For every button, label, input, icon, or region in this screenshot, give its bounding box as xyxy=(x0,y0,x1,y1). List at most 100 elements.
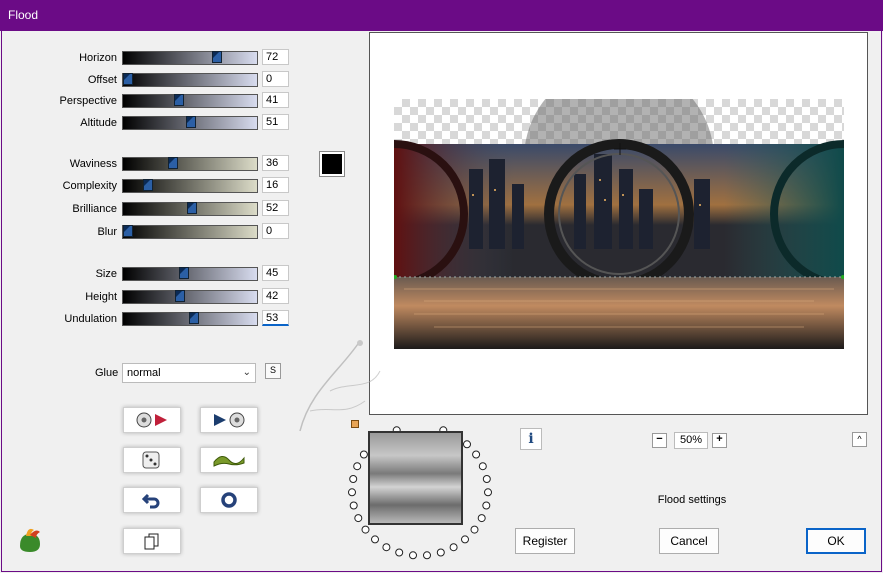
ring-dot[interactable] xyxy=(359,450,368,459)
altitude-value-field[interactable]: 51 xyxy=(262,114,289,130)
offset-value-field[interactable]: 0 xyxy=(262,71,289,87)
ring-dot[interactable] xyxy=(482,501,491,510)
ring-dot[interactable] xyxy=(409,551,417,560)
slider-row-altitude: Altitude 51 xyxy=(2,114,292,130)
ring-dot[interactable] xyxy=(382,543,391,552)
perspective-slider[interactable] xyxy=(122,94,258,108)
dice-icon xyxy=(142,451,160,469)
altitude-slider-thumb[interactable] xyxy=(186,116,196,128)
glue-s-button[interactable]: S xyxy=(265,363,281,379)
horizon-slider[interactable] xyxy=(122,51,258,65)
ring-dot[interactable] xyxy=(353,462,362,471)
zoom-in-button[interactable]: + xyxy=(712,433,727,448)
brilliance-slider[interactable] xyxy=(122,202,258,216)
undo-button[interactable] xyxy=(123,487,181,513)
preview-pane[interactable] xyxy=(369,32,868,415)
navigator-thumbnail[interactable] xyxy=(368,431,463,525)
ok-button[interactable]: OK xyxy=(806,528,866,554)
brilliance-label: Brilliance xyxy=(72,203,117,215)
offset-slider[interactable] xyxy=(122,73,258,87)
size-slider-thumb[interactable] xyxy=(179,267,189,279)
ring-dot[interactable] xyxy=(463,440,471,449)
wave-button[interactable] xyxy=(200,447,258,473)
brilliance-value-field[interactable]: 52 xyxy=(262,200,289,216)
slider-row-brilliance: Brilliance 52 xyxy=(2,200,292,216)
glue-label: Glue xyxy=(95,367,119,379)
waviness-label: Waviness xyxy=(69,158,117,170)
window-title: Flood xyxy=(8,8,39,22)
offset-slider-thumb[interactable] xyxy=(123,73,133,85)
randomize-right-button[interactable] xyxy=(200,407,258,433)
slider-row-blur: Blur 0 xyxy=(2,223,292,239)
title-bar[interactable]: Flood xyxy=(0,0,883,31)
size-value-field[interactable]: 45 xyxy=(262,265,289,281)
ring-dot[interactable] xyxy=(354,514,363,523)
complexity-slider[interactable] xyxy=(122,179,258,193)
undulation-slider-thumb[interactable] xyxy=(189,312,199,324)
dice-button[interactable] xyxy=(123,447,181,473)
height-slider-thumb[interactable] xyxy=(175,290,185,302)
ring-dot[interactable] xyxy=(348,488,356,497)
blur-value-field[interactable]: 0 xyxy=(262,223,289,239)
blur-slider-thumb[interactable] xyxy=(123,225,133,237)
ring-dot[interactable] xyxy=(477,514,486,523)
ring-dot[interactable] xyxy=(423,551,431,560)
collapse-icon[interactable]: ^ xyxy=(852,432,867,447)
horizon-value-field[interactable]: 72 xyxy=(262,49,289,65)
chevron-down-icon: ⌄ xyxy=(242,367,251,378)
ring-dot[interactable] xyxy=(361,525,370,534)
ring-dot[interactable] xyxy=(461,535,469,544)
randomize-left-icon xyxy=(136,412,167,428)
reset-icon xyxy=(221,492,237,508)
zoom-out-button[interactable]: − xyxy=(652,433,667,448)
waviness-slider-thumb[interactable] xyxy=(168,157,178,169)
undulation-slider[interactable] xyxy=(122,312,258,326)
flood-color-swatch[interactable] xyxy=(319,151,345,177)
waviness-value-field[interactable]: 36 xyxy=(262,155,289,171)
cancel-button[interactable]: Cancel xyxy=(659,528,719,554)
undulation-value-field[interactable]: 53 xyxy=(262,310,289,326)
height-slider[interactable] xyxy=(122,290,258,304)
perspective-slider-thumb[interactable] xyxy=(174,94,184,106)
ring-dot[interactable] xyxy=(349,501,358,510)
zoom-level: 50% xyxy=(674,432,708,449)
altitude-slider[interactable] xyxy=(122,116,258,130)
height-value-field[interactable]: 42 xyxy=(262,288,289,304)
info-icon[interactable]: i xyxy=(520,428,542,450)
waviness-slider[interactable] xyxy=(122,157,258,171)
reset-button[interactable] xyxy=(200,487,258,513)
complexity-slider-thumb[interactable] xyxy=(143,179,153,191)
blur-slider[interactable] xyxy=(122,225,258,239)
ring-dot[interactable] xyxy=(472,450,481,459)
horizon-slider-thumb[interactable] xyxy=(212,51,222,63)
wave-icon xyxy=(213,456,245,467)
complexity-value-field[interactable]: 16 xyxy=(262,177,289,193)
perspective-value-field[interactable]: 41 xyxy=(262,92,289,108)
slider-row-horizon: Horizon 72 xyxy=(2,49,292,65)
copy-button[interactable] xyxy=(123,528,181,554)
ring-dot[interactable] xyxy=(482,475,491,483)
ring-dot[interactable] xyxy=(349,475,358,483)
randomize-left-button[interactable] xyxy=(123,407,181,433)
status-text: Flood settings xyxy=(657,494,727,506)
size-slider[interactable] xyxy=(122,267,258,281)
undo-icon xyxy=(142,493,160,509)
slider-row-perspective: Perspective 41 xyxy=(2,92,292,108)
ring-dot[interactable] xyxy=(484,488,492,497)
flood-preview-art xyxy=(394,99,844,349)
ring-dot[interactable] xyxy=(371,535,379,544)
brilliance-slider-thumb[interactable] xyxy=(187,202,197,214)
slider-row-height: Height 42 xyxy=(2,288,292,304)
ring-dot[interactable] xyxy=(436,548,445,557)
glue-select-value: normal xyxy=(127,367,161,379)
register-button[interactable]: Register xyxy=(515,528,575,554)
ring-dot[interactable] xyxy=(478,462,487,471)
ring-dot[interactable] xyxy=(449,543,458,552)
preview-image xyxy=(394,99,844,349)
offset-label: Offset xyxy=(87,74,117,86)
glue-select[interactable]: normal ⌄ xyxy=(122,363,256,383)
ring-dot[interactable] xyxy=(470,525,479,534)
flaming-pear-logo-icon[interactable] xyxy=(16,526,44,554)
ring-dot[interactable] xyxy=(395,548,404,557)
slider-row-complexity: Complexity 16 xyxy=(2,177,292,193)
